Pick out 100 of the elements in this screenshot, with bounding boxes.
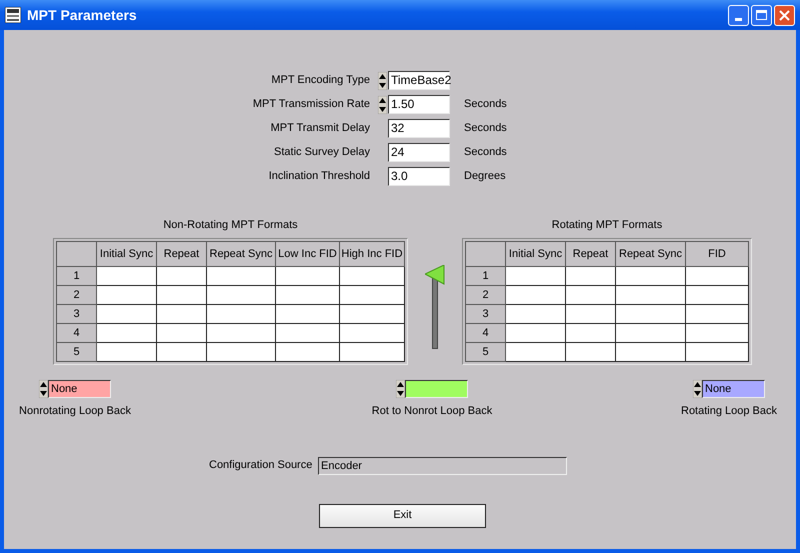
table-cell[interactable] <box>207 267 276 286</box>
exit-button[interactable]: Exit <box>319 504 486 528</box>
table-cell[interactable] <box>506 286 566 305</box>
table-cell[interactable] <box>207 324 276 343</box>
table-cell[interactable] <box>506 324 566 343</box>
spinner-icon[interactable] <box>378 72 387 90</box>
config-source-field: Encoder <box>318 456 567 474</box>
row-header: 5 <box>56 343 97 362</box>
column-header: Initial Sync <box>97 241 157 267</box>
table-cell[interactable] <box>157 267 207 286</box>
table-cell[interactable] <box>616 286 686 305</box>
parameter-field[interactable]: 3.0 <box>388 167 450 186</box>
column-header: Repeat <box>566 241 616 267</box>
table-cell[interactable] <box>157 343 207 362</box>
table-cell[interactable] <box>207 343 276 362</box>
minimize-icon <box>735 18 742 20</box>
table-cell[interactable] <box>157 286 207 305</box>
loop-back-field[interactable]: None <box>702 380 765 398</box>
table-cell[interactable] <box>616 305 686 324</box>
table-cell[interactable] <box>97 286 157 305</box>
spinner-icon[interactable] <box>693 380 702 398</box>
table-cell[interactable] <box>97 324 157 343</box>
parameter-field[interactable]: 1.50 <box>388 95 450 114</box>
table-cell[interactable] <box>97 305 157 324</box>
loop-back-label: Rot to Nonrot Loop Back <box>372 404 492 419</box>
table-cell[interactable] <box>566 267 616 286</box>
table-cell[interactable] <box>340 324 405 343</box>
table-cell[interactable] <box>276 286 340 305</box>
parameter-field[interactable]: TimeBase2 <box>388 71 450 90</box>
column-header: Repeat Sync <box>616 241 686 267</box>
spinner-icon[interactable] <box>39 380 48 398</box>
table-cell[interactable] <box>616 343 686 362</box>
table-cell[interactable] <box>506 343 566 362</box>
table-cell[interactable] <box>340 305 405 324</box>
row-header: 1 <box>465 267 506 286</box>
spinner-icon[interactable] <box>396 380 405 398</box>
row-header: 5 <box>465 343 506 362</box>
parameter-field[interactable]: 24 <box>388 143 450 162</box>
config-source-label: Configuration Source <box>209 458 314 474</box>
table-corner <box>56 241 97 267</box>
column-header: High Inc FID <box>340 241 405 267</box>
table-cell[interactable] <box>566 324 616 343</box>
table-cell[interactable] <box>566 305 616 324</box>
table-cell[interactable] <box>276 343 340 362</box>
close-icon <box>779 10 790 20</box>
maximize-button[interactable] <box>751 4 772 26</box>
spinner-icon[interactable] <box>378 96 387 114</box>
window-title: MPT Parameters <box>27 6 137 24</box>
parameter-label: MPT Encoding Type <box>270 73 370 88</box>
table-cell[interactable] <box>340 343 405 362</box>
maximize-icon <box>756 10 767 20</box>
loop-back-field[interactable] <box>405 380 468 398</box>
close-button[interactable] <box>774 4 795 26</box>
table-cell[interactable] <box>207 305 276 324</box>
table-cell[interactable] <box>686 286 749 305</box>
row-header: 3 <box>56 305 97 324</box>
table-cell[interactable] <box>340 286 405 305</box>
row-header: 4 <box>56 324 97 343</box>
parameter-field[interactable]: 32 <box>388 119 450 138</box>
slider[interactable] <box>425 265 445 351</box>
table-cell[interactable] <box>686 343 749 362</box>
loop-back-label: Rotating Loop Back <box>681 404 778 419</box>
parameter-label: MPT Transmission Rate <box>252 97 370 112</box>
unit-label: Degrees <box>464 169 506 184</box>
parameter-label: Static Survey Delay <box>273 145 370 160</box>
slider-pointer[interactable] <box>425 265 445 285</box>
column-header: Repeat Sync <box>207 241 276 267</box>
table-cell[interactable] <box>97 267 157 286</box>
unit-label: Seconds <box>464 121 507 136</box>
table-cell[interactable] <box>686 324 749 343</box>
table-cell[interactable] <box>276 267 340 286</box>
table-cell[interactable] <box>276 324 340 343</box>
column-header: Repeat <box>157 241 207 267</box>
table-cell[interactable] <box>207 286 276 305</box>
table-cell[interactable] <box>566 286 616 305</box>
row-header: 1 <box>56 267 97 286</box>
row-header: 2 <box>56 286 97 305</box>
row-header: 2 <box>465 286 506 305</box>
table-cell[interactable] <box>686 267 749 286</box>
table-cell[interactable] <box>157 305 207 324</box>
table-cell[interactable] <box>686 305 749 324</box>
unit-label: Seconds <box>464 97 507 112</box>
parameter-label: Inclination Threshold <box>268 169 370 184</box>
column-header: FID <box>686 241 749 267</box>
table-title: Rotating MPT Formats <box>552 219 662 232</box>
table-cell[interactable] <box>506 305 566 324</box>
table-cell[interactable] <box>340 267 405 286</box>
table-cell[interactable] <box>97 343 157 362</box>
table-cell[interactable] <box>616 267 686 286</box>
parameter-label: MPT Transmit Delay <box>270 121 370 136</box>
column-header: Low Inc FID <box>276 241 340 267</box>
table-cell[interactable] <box>616 324 686 343</box>
table-cell[interactable] <box>506 267 566 286</box>
table-cell[interactable] <box>276 305 340 324</box>
loop-back-field[interactable]: None <box>48 380 111 398</box>
table-cell[interactable] <box>157 324 207 343</box>
table-cell[interactable] <box>566 343 616 362</box>
row-header: 3 <box>465 305 506 324</box>
minimize-button[interactable] <box>728 4 749 26</box>
unit-label: Seconds <box>464 145 507 160</box>
